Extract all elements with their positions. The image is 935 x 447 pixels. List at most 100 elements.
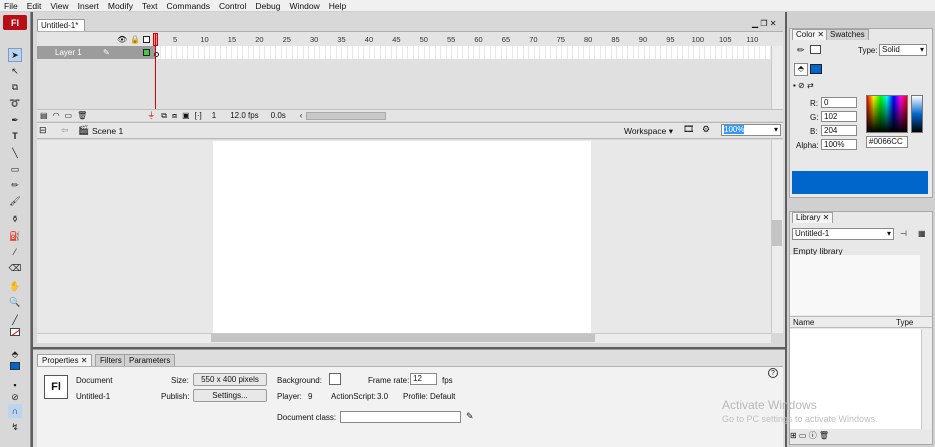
new-layer-icon[interactable]: ▤ xyxy=(40,111,48,120)
chevron-down-icon[interactable]: ▾ xyxy=(774,125,780,135)
center-frame-icon[interactable]: ⏚ xyxy=(147,110,155,121)
edit-multiple-icon[interactable]: ▣ xyxy=(182,111,190,120)
brush-tool-icon[interactable]: 🖌 xyxy=(8,194,22,208)
timeline-hscroll-thumb[interactable] xyxy=(306,111,387,120)
pin-library-icon[interactable]: ⊣ xyxy=(900,229,907,238)
lasso-tool-icon[interactable]: ➰ xyxy=(8,96,22,110)
pen-tool-icon[interactable]: ✒ xyxy=(8,113,22,127)
library-col-name[interactable]: Name xyxy=(793,318,814,327)
tab-properties[interactable]: Properties ✕ xyxy=(37,354,93,366)
library-footer-icons[interactable]: ⊞ ▭ ⓘ 🗑 xyxy=(790,430,829,441)
menu-insert[interactable]: Insert xyxy=(78,1,99,11)
stage-canvas[interactable] xyxy=(213,141,591,333)
stage-vscroll-thumb[interactable] xyxy=(772,220,782,246)
snap-magnet-icon[interactable]: ∩ xyxy=(8,404,22,418)
tab-parameters[interactable]: Parameters xyxy=(124,354,176,366)
frame-number[interactable]: 60 xyxy=(474,35,482,44)
outline-icon[interactable] xyxy=(143,36,150,43)
rectangle-tool-icon[interactable]: ▭ xyxy=(8,162,22,176)
paint-bucket-tool-icon[interactable]: ⛽ xyxy=(8,229,22,243)
frame-number[interactable]: 30 xyxy=(310,35,318,44)
timeline-vscroll[interactable] xyxy=(771,46,783,109)
workspace-menu[interactable]: Workspace ▾ xyxy=(624,126,673,137)
frame-number[interactable]: 25 xyxy=(283,35,291,44)
stroke-color-swatch[interactable] xyxy=(810,45,821,54)
frame-row[interactable] xyxy=(155,46,771,59)
tab-library[interactable]: Library ✕ xyxy=(792,212,834,223)
menu-modify[interactable]: Modify xyxy=(108,1,133,11)
line-tool-icon[interactable]: ╲ xyxy=(8,146,22,160)
background-color-swatch[interactable] xyxy=(329,373,341,385)
document-tab[interactable]: Untitled-1* xyxy=(37,19,85,31)
swap-colors-icon[interactable]: ▪ ⊘ ⇄ xyxy=(793,81,814,90)
delete-layer-icon[interactable]: 🗑 xyxy=(77,111,87,120)
menu-view[interactable]: View xyxy=(50,1,68,11)
onion-skin-icon[interactable]: ⧉ xyxy=(161,111,167,121)
r-input[interactable]: 0 xyxy=(821,97,857,108)
frame-number[interactable]: 95 xyxy=(666,35,674,44)
new-library-icon[interactable]: ▦ xyxy=(918,229,926,238)
stage-vscroll[interactable] xyxy=(771,140,783,333)
stage-hscroll-thumb[interactable] xyxy=(211,334,595,342)
menu-control[interactable]: Control xyxy=(219,1,246,11)
no-color-icon[interactable]: ⊘ xyxy=(8,390,22,404)
frame-number[interactable]: 70 xyxy=(529,35,537,44)
chevron-down-icon[interactable]: ▾ xyxy=(920,45,926,55)
eyedropper-tool-icon[interactable]: ⁄ xyxy=(8,245,22,259)
smooth-icon[interactable]: ↯ xyxy=(8,420,22,434)
brightness-slider[interactable] xyxy=(911,95,923,133)
frame-number[interactable]: 80 xyxy=(584,35,592,44)
library-vscroll[interactable] xyxy=(921,329,932,429)
hand-tool-icon[interactable]: ✋ xyxy=(8,279,22,293)
menu-file[interactable]: File xyxy=(4,1,18,11)
edit-symbols-icon[interactable]: ⚙ xyxy=(702,124,710,135)
scroll-left-icon[interactable]: ‹ xyxy=(300,111,303,120)
b-input[interactable]: 204 xyxy=(821,125,857,136)
zoom-field[interactable]: 100% ▾ xyxy=(721,124,781,136)
frame-number[interactable]: 20 xyxy=(255,35,263,44)
frame-number[interactable]: 35 xyxy=(337,35,345,44)
frame-number[interactable]: 110 xyxy=(746,35,758,44)
menu-text[interactable]: Text xyxy=(142,1,158,11)
frame-number[interactable]: 55 xyxy=(447,35,455,44)
library-doc-select[interactable]: Untitled-1 ▾ xyxy=(792,228,894,240)
ink-bottle-tool-icon[interactable]: ⚱ xyxy=(8,212,22,226)
layer-color-icon[interactable] xyxy=(143,49,150,56)
add-guide-icon[interactable]: ◠ xyxy=(53,111,60,120)
free-transform-tool-icon[interactable]: ⧉ xyxy=(8,80,22,94)
modify-markers-icon[interactable]: [·] xyxy=(195,111,202,120)
subselection-tool-icon[interactable]: ↖ xyxy=(8,64,22,78)
fill-swatch[interactable] xyxy=(8,359,22,373)
text-tool-icon[interactable]: T xyxy=(8,129,22,143)
menu-debug[interactable]: Debug xyxy=(255,1,280,11)
tab-swatches[interactable]: Swatches xyxy=(826,29,869,40)
menu-window[interactable]: Window xyxy=(289,1,319,11)
selection-tool-icon[interactable]: ➤ xyxy=(8,48,22,62)
new-folder-icon[interactable]: ▭ xyxy=(65,111,73,120)
color-spectrum-picker[interactable] xyxy=(866,95,908,133)
menu-help[interactable]: Help xyxy=(329,1,346,11)
frame-number[interactable]: 105 xyxy=(719,35,732,44)
frame-number[interactable]: 40 xyxy=(365,35,373,44)
menu-edit[interactable]: Edit xyxy=(27,1,42,11)
library-col-type[interactable]: Type xyxy=(896,318,913,327)
docclass-input[interactable] xyxy=(340,411,461,423)
frame-number[interactable]: 75 xyxy=(557,35,565,44)
frame-number[interactable]: 85 xyxy=(611,35,619,44)
timeline-toggle-icon[interactable]: ⊟ xyxy=(39,125,47,136)
tab-color[interactable]: Color ✕ xyxy=(792,29,829,40)
size-button[interactable]: 550 x 400 pixels xyxy=(193,373,267,386)
stroke-swatch[interactable] xyxy=(8,325,22,339)
edit-class-pencil-icon[interactable]: ✎ xyxy=(466,411,474,422)
settings-button[interactable]: Settings... xyxy=(193,389,267,402)
back-arrow-icon[interactable]: ⇦ xyxy=(61,125,69,136)
menu-commands[interactable]: Commands xyxy=(167,1,210,11)
type-select[interactable]: Solid ▾ xyxy=(879,44,927,56)
restore-icon[interactable]: ❐ xyxy=(760,19,767,28)
chevron-down-icon[interactable]: ▾ xyxy=(887,229,893,239)
frame-number[interactable]: 100 xyxy=(692,35,705,44)
tab-filters[interactable]: Filters xyxy=(95,354,127,366)
frame-number[interactable]: 5 xyxy=(173,35,177,44)
zoom-tool-icon[interactable]: 🔍 xyxy=(8,295,22,309)
eye-icon[interactable]: 👁 xyxy=(117,35,127,44)
